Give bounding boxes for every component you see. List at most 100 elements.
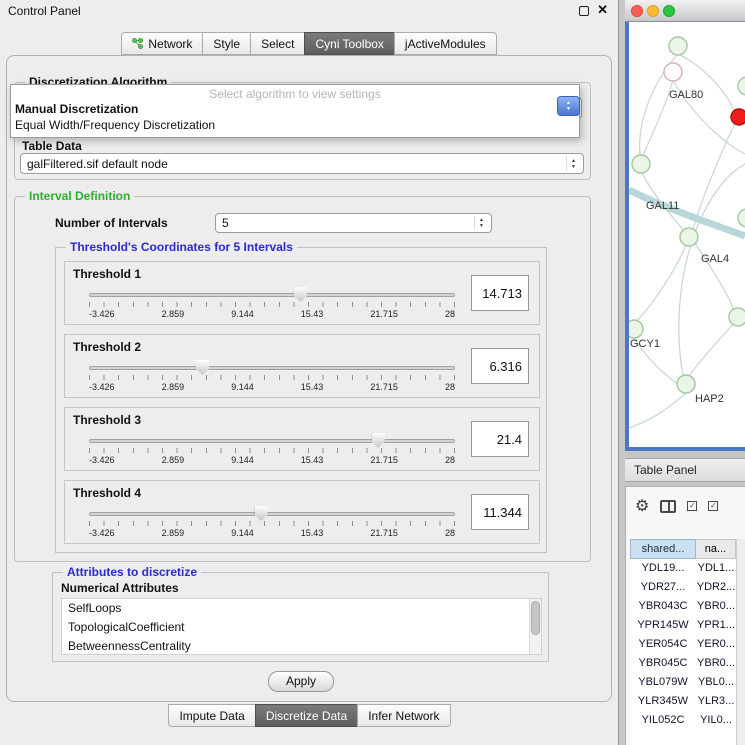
network-edge[interactable] xyxy=(637,245,686,321)
threshold-value-field[interactable]: 6.316 xyxy=(471,348,529,384)
attributes-list[interactable]: SelfLoopsTopologicalCoefficientBetweenne… xyxy=(61,598,542,655)
scale-tick-label: 21.715 xyxy=(370,455,398,465)
select-all-checkbox-icon[interactable]: ✓ xyxy=(687,501,697,511)
table-cell: YDL1... xyxy=(696,559,736,578)
scale-tick-label: 28 xyxy=(445,528,455,538)
scale-tick-label: 28 xyxy=(445,455,455,465)
float-window-icon[interactable] xyxy=(579,6,589,16)
threshold-value-field[interactable]: 21.4 xyxy=(471,421,529,457)
scale-tick-label: 2.859 xyxy=(162,382,185,392)
column-view-icon[interactable] xyxy=(660,500,676,513)
network-node[interactable] xyxy=(632,155,650,173)
network-node[interactable] xyxy=(629,320,643,338)
slider-track[interactable] xyxy=(89,439,455,443)
attribute-item[interactable]: BetweennessCentrality xyxy=(62,637,541,655)
tab-cyni-toolbox[interactable]: Cyni Toolbox xyxy=(304,32,394,55)
threshold-2-slider[interactable]: -3.426 2.859 9.144 15.43 21.715 28 xyxy=(89,358,455,396)
table-row[interactable]: YDR27...YDR2... xyxy=(630,578,736,597)
column-header-shared-name[interactable]: shared... xyxy=(630,539,696,559)
algorithm-dropdown-popup: Select algorithm to view settings Manual… xyxy=(10,84,580,138)
network-node[interactable] xyxy=(669,37,687,55)
slider-thumb[interactable] xyxy=(196,360,209,375)
table-row[interactable]: YBR045CYBR0... xyxy=(630,654,736,673)
slider-thumb[interactable] xyxy=(372,433,385,448)
tab-impute-data[interactable]: Impute Data xyxy=(168,704,255,727)
tab-discretize-data[interactable]: Discretize Data xyxy=(255,704,358,727)
slider-ruler xyxy=(89,448,455,453)
table-cell: YER054C xyxy=(630,635,696,654)
network-edge[interactable] xyxy=(629,393,686,428)
tab-select[interactable]: Select xyxy=(250,32,305,55)
threshold-4-panel: Threshold 4 -3.426 2.859 9.144 15.43 21.… xyxy=(64,480,540,544)
tab-label: Select xyxy=(261,37,294,51)
attribute-item[interactable]: SelfLoops xyxy=(62,599,541,618)
slider-track[interactable] xyxy=(89,512,455,516)
network-node[interactable] xyxy=(731,109,745,125)
threshold-1-slider[interactable]: -3.426 2.859 9.144 15.43 21.715 28 xyxy=(89,285,455,323)
slider-track[interactable] xyxy=(89,293,455,297)
scrollbar-thumb[interactable] xyxy=(531,601,540,635)
tab-label: Style xyxy=(213,37,240,51)
close-icon[interactable]: ✕ xyxy=(597,2,608,18)
slider-track[interactable] xyxy=(89,366,455,370)
tab-jactivemodules[interactable]: jActiveModules xyxy=(394,32,497,55)
threshold-value-field[interactable]: 11.344 xyxy=(471,494,529,530)
slider-scale-labels: -3.426 2.859 9.144 15.43 21.715 28 xyxy=(89,455,455,465)
network-node[interactable] xyxy=(738,209,745,227)
table-panel-title: Table Panel xyxy=(625,458,745,482)
network-window-titlebar[interactable] xyxy=(625,0,745,22)
network-edge[interactable] xyxy=(689,324,733,376)
network-node[interactable] xyxy=(738,77,745,95)
slider-thumb[interactable] xyxy=(255,506,268,521)
tab-network[interactable]: Network xyxy=(121,32,203,55)
close-traffic-light-icon[interactable] xyxy=(631,5,643,17)
scale-tick-label: 28 xyxy=(445,382,455,392)
select-none-checkbox-icon[interactable]: ✓ xyxy=(708,501,718,511)
slider-scale-labels: -3.426 2.859 9.144 15.43 21.715 28 xyxy=(89,309,455,319)
table-cell: YPR1... xyxy=(696,616,736,635)
zoom-traffic-light-icon[interactable] xyxy=(663,5,675,17)
dropdown-option-manual-discretization[interactable]: Manual Discretization xyxy=(11,101,579,117)
number-of-intervals-combobox[interactable]: 5 ▲ ▼ xyxy=(215,213,492,233)
table-cell: YBR045C xyxy=(630,654,696,673)
column-header-name[interactable]: na... xyxy=(696,539,736,559)
group-title: Interval Definition xyxy=(25,189,134,203)
threshold-3-slider[interactable]: -3.426 2.859 9.144 15.43 21.715 28 xyxy=(89,431,455,469)
network-node[interactable] xyxy=(677,375,695,393)
table-row[interactable]: YBR043CYBR0... xyxy=(630,597,736,616)
network-node[interactable] xyxy=(664,63,682,81)
table-cell: YIL0... xyxy=(696,711,736,730)
node-label: GAL4 xyxy=(701,253,729,265)
tab-style[interactable]: Style xyxy=(202,32,251,55)
gear-icon[interactable]: ⚙ xyxy=(635,496,649,516)
algorithm-combo-stepper[interactable]: ▲ ▼ xyxy=(557,96,580,116)
attributes-scrollbar[interactable] xyxy=(529,599,541,654)
table-row[interactable]: YDL19...YDL1... xyxy=(630,559,736,578)
network-edge[interactable] xyxy=(678,54,735,112)
slider-thumb[interactable] xyxy=(294,287,307,302)
attribute-item[interactable]: TopologicalCoefficient xyxy=(62,618,541,637)
scale-tick-label: -3.426 xyxy=(89,455,115,465)
table-scrollbar[interactable] xyxy=(736,539,745,745)
slider-ruler xyxy=(89,302,455,307)
apply-button[interactable]: Apply xyxy=(268,671,334,692)
network-node[interactable] xyxy=(680,228,698,246)
dropdown-option-equal-width[interactable]: Equal Width/Frequency Discretization xyxy=(11,117,579,133)
table-row[interactable]: YPR145WYPR1... xyxy=(630,616,736,635)
scale-tick-label: 9.144 xyxy=(231,528,254,538)
network-canvas[interactable]: GAL80GAL11GAL4GCY1HAP2 xyxy=(629,22,745,447)
tab-label: Impute Data xyxy=(179,709,244,723)
table-row[interactable]: YLR345WYLR3... xyxy=(630,692,736,711)
table-row[interactable]: YBL079WYBL0... xyxy=(630,673,736,692)
scale-tick-label: 15.43 xyxy=(301,382,324,392)
table-row[interactable]: YER054CYER0... xyxy=(630,635,736,654)
combo-value: 5 xyxy=(222,214,229,232)
network-node[interactable] xyxy=(729,308,745,326)
tab-infer-network[interactable]: Infer Network xyxy=(357,704,450,727)
minimize-traffic-light-icon[interactable] xyxy=(647,5,659,17)
table-row[interactable]: YIL052CYIL0... xyxy=(630,711,736,730)
node-label: GAL11 xyxy=(646,200,679,212)
threshold-4-slider[interactable]: -3.426 2.859 9.144 15.43 21.715 28 xyxy=(89,504,455,542)
arrow-down-icon: ▼ xyxy=(479,223,484,229)
threshold-value-field[interactable]: 14.713 xyxy=(471,275,529,311)
